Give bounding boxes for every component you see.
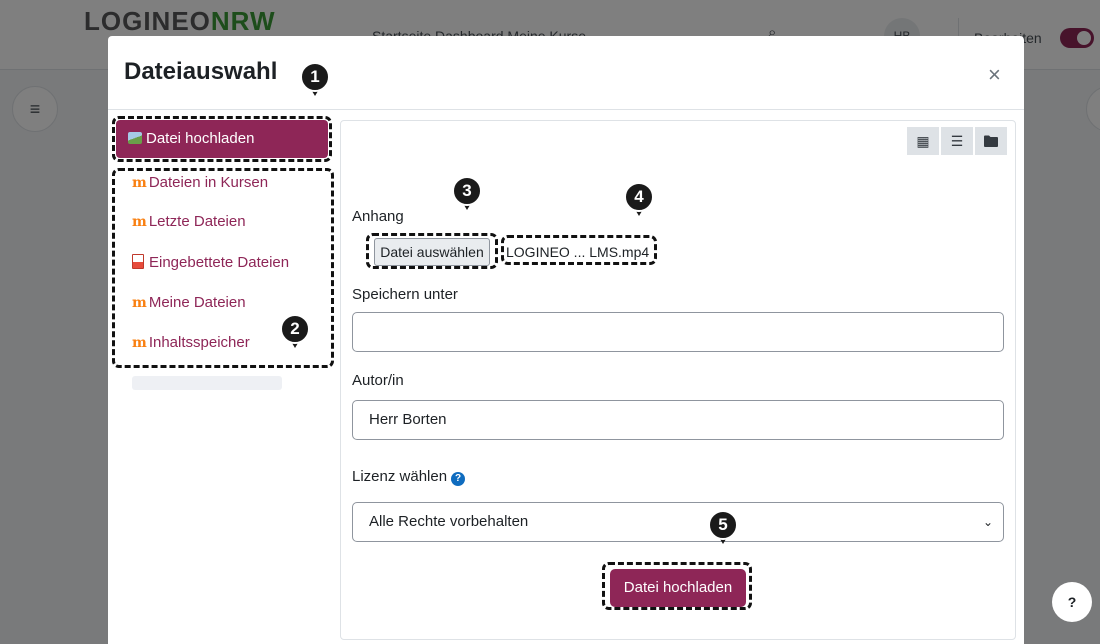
attachment-label: Anhang — [352, 208, 404, 225]
chevron-down-icon: ⌄ — [982, 515, 993, 529]
annotation-box-1 — [112, 116, 332, 162]
annotation-marker-4: 4 — [624, 182, 654, 216]
author-input[interactable]: Herr Borten — [352, 400, 1004, 440]
license-select[interactable]: Alle Rechte vorbehalten ⌄ — [352, 502, 1004, 542]
folder-view-icon[interactable] — [975, 127, 1007, 155]
annotation-box-3 — [366, 233, 498, 269]
save-as-input[interactable] — [352, 312, 1004, 352]
faded-repo-item — [132, 376, 282, 390]
dialog-header: Dateiauswahl × — [108, 36, 1024, 110]
help-icon[interactable]: ? — [451, 472, 466, 486]
dialog-title: Dateiauswahl — [124, 58, 278, 85]
save-as-label: Speichern unter — [352, 286, 458, 303]
annotation-marker-1: 1 — [300, 62, 330, 96]
annotation-box-4 — [501, 235, 657, 265]
author-label: Autor/in — [352, 372, 404, 389]
list-view-icon[interactable]: ☰ — [941, 127, 973, 155]
close-icon[interactable]: × — [988, 62, 1001, 88]
annotation-box-5 — [602, 562, 752, 610]
help-button[interactable]: ? — [1052, 582, 1092, 622]
annotation-marker-3: 3 — [452, 176, 482, 210]
license-label: Lizenz wählen? — [352, 468, 466, 486]
annotation-marker-2: 2 — [280, 314, 310, 348]
grid-view-icon[interactable]: ▦ — [907, 127, 939, 155]
annotation-marker-5: 5 — [708, 510, 738, 544]
folder-icon — [984, 135, 998, 147]
